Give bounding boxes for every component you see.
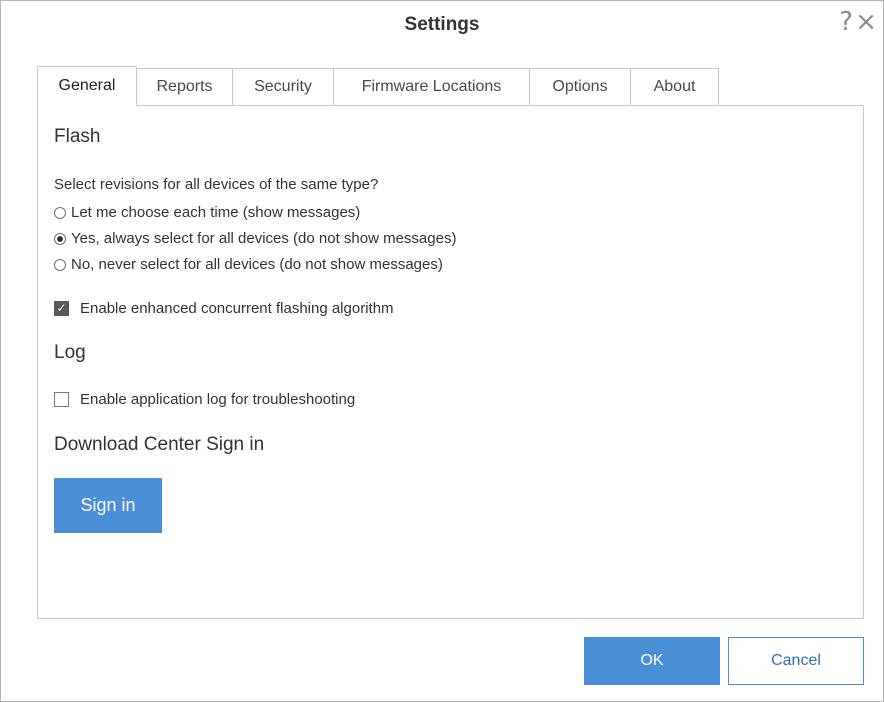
ok-button[interactable]: OK	[584, 637, 720, 685]
tab-security[interactable]: Security	[233, 68, 334, 106]
download-center-heading: Download Center Sign in	[54, 434, 265, 455]
radio-choose-each-time[interactable]: Let me choose each time (show messages)	[54, 204, 360, 221]
enhanced-flashing-checkbox[interactable]: ✓	[54, 301, 69, 316]
app-log-checkbox-row[interactable]: Enable application log for troubleshooti…	[54, 391, 355, 408]
radio-button-selected[interactable]	[54, 232, 66, 245]
app-log-checkbox[interactable]	[54, 392, 69, 407]
app-log-label: Enable application log for troubleshooti…	[80, 391, 356, 408]
cancel-button[interactable]: Cancel	[728, 637, 864, 685]
tab-options[interactable]: Options	[530, 68, 631, 106]
help-icon[interactable]: ?	[839, 7, 853, 37]
tab-reports[interactable]: Reports	[137, 68, 233, 106]
enhanced-flashing-label: Enable enhanced concurrent flashing algo…	[80, 300, 394, 317]
flash-question: Select revisions for all devices of the …	[54, 176, 379, 193]
radio-button[interactable]	[54, 258, 66, 271]
radio-label: No, never select for all devices (do not…	[71, 256, 443, 273]
title-bar: Settings ? ×	[1, 1, 883, 51]
dialog-title: Settings	[404, 14, 480, 35]
tab-general[interactable]: General	[37, 66, 137, 106]
log-heading: Log	[54, 342, 86, 363]
radio-never-select[interactable]: No, never select for all devices (do not…	[54, 256, 443, 273]
close-icon[interactable]: ×	[855, 7, 877, 37]
tab-firmware-locations[interactable]: Firmware Locations	[334, 68, 530, 106]
tab-strip: General Reports Security Firmware Locati…	[37, 66, 719, 106]
settings-dialog: Settings ? × General Reports Security Fi…	[0, 0, 884, 702]
radio-button[interactable]	[54, 206, 66, 219]
general-tab-panel: Flash Select revisions for all devices o…	[37, 105, 864, 619]
sign-in-button[interactable]: Sign in	[54, 478, 162, 533]
enhanced-flashing-checkbox-row[interactable]: ✓ Enable enhanced concurrent flashing al…	[54, 300, 394, 317]
tab-about[interactable]: About	[631, 68, 719, 106]
radio-label: Yes, always select for all devices (do n…	[71, 230, 457, 247]
flash-heading: Flash	[54, 126, 101, 147]
radio-always-select[interactable]: Yes, always select for all devices (do n…	[54, 230, 456, 247]
radio-label: Let me choose each time (show messages)	[71, 204, 361, 221]
